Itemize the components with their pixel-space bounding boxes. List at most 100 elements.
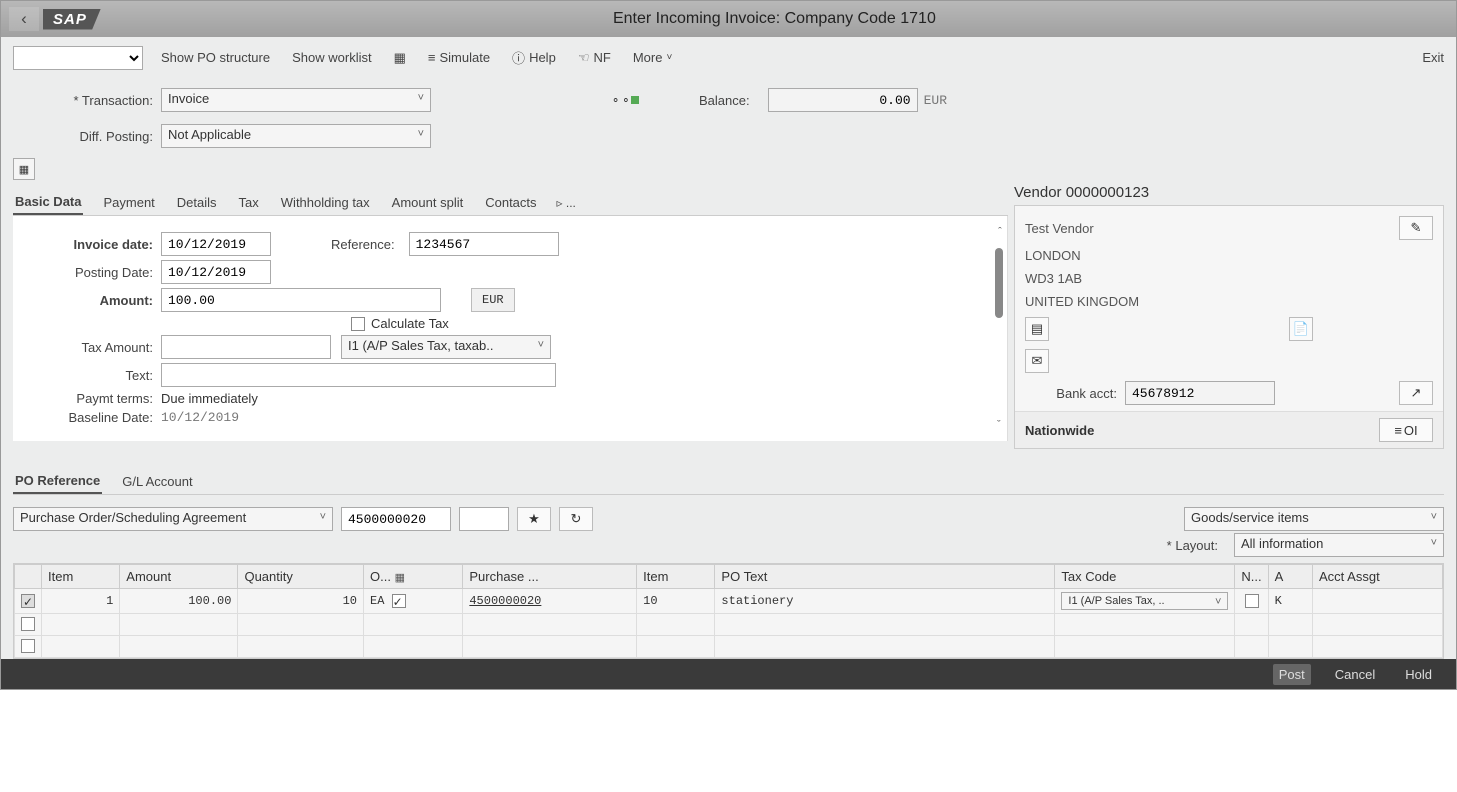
diff-posting-select[interactable]: Not Applicable xyxy=(161,124,431,148)
cell-tax-code[interactable]: I1 (A/P Sales Tax, .. xyxy=(1055,589,1235,614)
col-amount[interactable]: Amount xyxy=(120,565,238,589)
paymt-terms-label: Paymt terms: xyxy=(21,391,161,406)
oi-label: OI xyxy=(1404,423,1418,438)
amount-label: Amount: xyxy=(21,293,161,308)
col-n[interactable]: N... xyxy=(1235,565,1268,589)
tab-gl-account[interactable]: G/L Account xyxy=(120,470,194,493)
goods-service-select[interactable]: Goods/service items xyxy=(1184,507,1444,531)
posting-date-field[interactable] xyxy=(161,260,271,284)
basic-data-panel: Invoice date: Reference: Posting Date: xyxy=(13,216,1008,441)
cancel-button[interactable]: Cancel xyxy=(1329,664,1381,685)
n-checkbox[interactable] xyxy=(1245,594,1259,608)
cell-a[interactable]: K xyxy=(1268,589,1312,614)
bank-acct-label: Bank acct: xyxy=(1025,386,1125,401)
tab-contacts[interactable]: Contacts xyxy=(483,191,538,214)
col-acct-assgt[interactable]: Acct Assgt xyxy=(1313,565,1443,589)
col-o[interactable]: O... ▦ xyxy=(364,565,463,589)
tab-amount-split[interactable]: Amount split xyxy=(390,191,466,214)
po-refresh-button[interactable]: ↻ xyxy=(559,507,593,531)
amount-field[interactable] xyxy=(161,288,441,312)
diff-posting-value: Not Applicable xyxy=(168,127,251,142)
reference-field[interactable] xyxy=(409,232,559,256)
tab-scroll-right-icon[interactable]: ▹ ... xyxy=(557,196,576,210)
more-menu[interactable]: More˅ xyxy=(629,47,676,68)
cell-o[interactable]: EA ✓ xyxy=(364,589,463,614)
row-checkbox[interactable] xyxy=(21,639,35,653)
col-select[interactable] xyxy=(15,565,42,589)
vendor-list-icon[interactable]: ▤ xyxy=(1025,317,1049,341)
amount-currency[interactable]: EUR xyxy=(471,288,515,312)
layout-select[interactable]: All information xyxy=(1234,533,1444,557)
invoice-date-field[interactable] xyxy=(161,232,271,256)
balance-indicator-icon: ⚬⚬ xyxy=(611,94,639,107)
cell-amount[interactable]: 100.00 xyxy=(120,589,238,614)
table-row[interactable]: ✓1100.0010EA ✓450000002010stationeryI1 (… xyxy=(15,589,1443,614)
cell-item2[interactable]: 10 xyxy=(637,589,715,614)
diff-posting-label: Diff. Posting: xyxy=(21,129,161,144)
cell-quantity[interactable]: 10 xyxy=(238,589,364,614)
reference-label: Reference: xyxy=(331,237,403,252)
variant-select[interactable] xyxy=(13,46,143,70)
po-number-field[interactable] xyxy=(341,507,451,531)
panel-scrollbar[interactable]: ˆ ˇ xyxy=(995,226,1005,431)
col-a[interactable]: A xyxy=(1268,565,1312,589)
show-po-structure-button[interactable]: Show PO structure xyxy=(157,47,274,68)
hold-button[interactable]: Hold xyxy=(1399,664,1438,685)
bank-open-button[interactable]: ↗ xyxy=(1399,381,1433,405)
tab-details[interactable]: Details xyxy=(175,191,219,214)
help-button[interactable]: ⓘHelp xyxy=(508,45,560,70)
col-purchase[interactable]: Purchase ... xyxy=(463,565,637,589)
tab-po-reference[interactable]: PO Reference xyxy=(13,469,102,494)
help-label: Help xyxy=(529,50,556,65)
col-item[interactable]: Item xyxy=(42,565,120,589)
invoice-date-label: Invoice date: xyxy=(21,237,161,252)
cell-purchase[interactable]: 4500000020 xyxy=(463,589,637,614)
header-toggle-icon[interactable]: ▦ xyxy=(13,158,35,180)
nf-label: NF xyxy=(593,50,610,65)
show-worklist-button[interactable]: Show worklist xyxy=(288,47,375,68)
simulate-button[interactable]: ≡Simulate xyxy=(424,47,494,68)
col-po-text[interactable]: PO Text xyxy=(715,565,1055,589)
exit-button[interactable]: Exit xyxy=(1422,50,1444,65)
goods-service-value: Goods/service items xyxy=(1191,510,1309,525)
tab-basic-data[interactable]: Basic Data xyxy=(13,190,83,215)
table-row[interactable] xyxy=(15,636,1443,658)
bank-acct-field xyxy=(1125,381,1275,405)
baseline-date-value: 10/12/2019 xyxy=(161,410,239,425)
vendor-display-button[interactable]: ✎ xyxy=(1399,216,1433,240)
baseline-date-label: Baseline Date: xyxy=(21,410,161,425)
document-icon[interactable]: ▦ xyxy=(390,47,410,69)
cell-po-text[interactable]: stationery xyxy=(715,589,1055,614)
vendor-postcode: WD3 1AB xyxy=(1025,271,1433,286)
col-quantity[interactable]: Quantity xyxy=(238,565,364,589)
o-checkbox[interactable]: ✓ xyxy=(392,594,406,608)
table-row[interactable] xyxy=(15,614,1443,636)
nf-button[interactable]: ☜NF xyxy=(574,47,615,69)
text-field[interactable] xyxy=(161,363,556,387)
tab-payment[interactable]: Payment xyxy=(101,191,156,214)
vendor-city: LONDON xyxy=(1025,248,1433,263)
oi-button[interactable]: ≡OI xyxy=(1379,418,1433,442)
simulate-label: Simulate xyxy=(439,50,490,65)
cell-acct-assgt[interactable] xyxy=(1313,589,1443,614)
col-tax-code[interactable]: Tax Code xyxy=(1055,565,1235,589)
post-button[interactable]: Post xyxy=(1273,664,1311,685)
transaction-select[interactable]: Invoice xyxy=(161,88,431,112)
tax-code-value: I1 (A/P Sales Tax, taxab.. xyxy=(348,338,494,353)
ref-type-select[interactable]: Purchase Order/Scheduling Agreement xyxy=(13,507,333,531)
tax-amount-field[interactable] xyxy=(161,335,331,359)
po-item-field[interactable] xyxy=(459,507,509,531)
row-checkbox[interactable] xyxy=(21,617,35,631)
tab-withholding[interactable]: Withholding tax xyxy=(279,191,372,214)
row-checkbox[interactable]: ✓ xyxy=(21,594,35,608)
col-item2[interactable]: Item xyxy=(637,565,715,589)
cell-item[interactable]: 1 xyxy=(42,589,120,614)
tab-tax[interactable]: Tax xyxy=(237,191,261,214)
po-search-button[interactable]: ★ xyxy=(517,507,551,531)
tax-code-select[interactable]: I1 (A/P Sales Tax, taxab.. xyxy=(341,335,551,359)
calculate-tax-checkbox[interactable] xyxy=(351,317,365,331)
back-button[interactable]: ‹ xyxy=(9,7,39,31)
vendor-name: Test Vendor xyxy=(1025,221,1094,236)
vendor-note-icon[interactable]: 📄 xyxy=(1289,317,1313,341)
vendor-mail-icon[interactable]: ✉ xyxy=(1025,349,1049,373)
